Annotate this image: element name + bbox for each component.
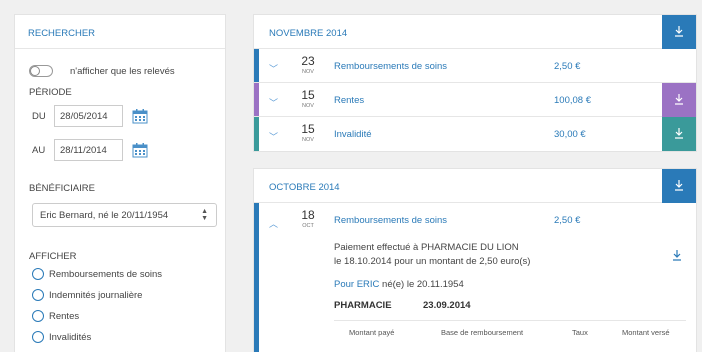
download-icon[interactable] — [662, 117, 696, 151]
chevron-down-icon[interactable]: ﹀ — [269, 130, 278, 143]
download-icon[interactable] — [671, 249, 683, 264]
releves-toggle[interactable] — [29, 65, 53, 77]
date-to-label: AU — [32, 144, 46, 156]
download-icon[interactable] — [662, 15, 696, 49]
payment-month: OCT — [302, 223, 314, 229]
column-header: Taux — [572, 328, 588, 337]
beneficiary-link[interactable]: Pour ERIC — [334, 279, 379, 290]
date-to-row: AU 28/11/2014 — [15, 139, 225, 161]
chevron-up-icon[interactable]: ︿ — [269, 217, 278, 230]
filter-indemnites[interactable]: Indemnités journalière — [15, 287, 225, 303]
month-title: OCTOBRE 2014 — [269, 182, 340, 193]
filter-rentes[interactable]: Rentes — [15, 308, 225, 324]
radio-icon[interactable] — [32, 289, 44, 301]
beneficiary-value: Eric Bernard, né le 20/11/1954 — [40, 210, 169, 221]
chevron-down-icon[interactable]: ﹀ — [269, 96, 278, 109]
download-icon[interactable] — [662, 169, 696, 203]
payment-day: 15 — [301, 88, 315, 102]
filter-label: Rentes — [49, 310, 80, 322]
payment-type[interactable]: Remboursements de soins — [334, 215, 447, 226]
beneficiary-label: BÉNÉFICIAIRE — [29, 183, 95, 194]
payment-amount: 2,50 € — [554, 61, 581, 72]
releves-toggle-row[interactable]: n'afficher que les relevés — [15, 49, 225, 77]
payment-month: NOV — [302, 137, 314, 143]
payment-amount: 2,50 € — [554, 215, 581, 226]
month-card-octobre: OCTOBRE 2014 ︿ 18 OCT Remboursements de … — [253, 168, 697, 352]
search-panel-title: RECHERCHER — [15, 15, 225, 49]
month-card-novembre: NOVEMBRE 2014 ﹀ 23 NOV Remboursements de… — [253, 14, 697, 152]
payment-row[interactable]: ﹀ 15 NOV Rentes 100,08 € — [254, 83, 696, 117]
payment-month: NOV — [302, 103, 314, 109]
payment-detail-line: le 18.10.2014 pour un montant de 2,50 eu… — [334, 256, 531, 267]
beneficiary-select[interactable]: Eric Bernard, né le 20/11/1954 ▲ ▼ — [32, 203, 217, 227]
filter-invalidites[interactable]: Invalidités — [15, 329, 225, 345]
month-header: NOVEMBRE 2014 — [254, 15, 696, 49]
month-title: NOVEMBRE 2014 — [269, 28, 348, 39]
filter-label: Remboursements de soins — [49, 268, 162, 280]
category-date: 23.09.2014 — [423, 300, 471, 311]
payment-day: 15 — [301, 122, 315, 136]
display-label: AFFICHER — [29, 251, 77, 262]
date-from-field[interactable]: 28/05/2014 — [54, 105, 123, 127]
chevron-down-icon[interactable]: ﹀ — [269, 62, 278, 75]
date-to-field[interactable]: 28/11/2014 — [54, 139, 123, 161]
date-from-row: DU 28/05/2014 — [15, 105, 225, 127]
payment-row-expanded: ︿ 18 OCT Remboursements de soins 2,50 € … — [254, 203, 696, 352]
month-header: OCTOBRE 2014 — [254, 169, 696, 203]
payment-amount: 100,08 € — [554, 95, 591, 106]
radio-icon[interactable] — [32, 268, 44, 280]
filter-label: Indemnités journalière — [49, 289, 143, 301]
select-arrows-icon: ▲ ▼ — [201, 208, 208, 222]
beneficiary-birth: né(e) le 20.11.1954 — [382, 279, 464, 290]
payment-type[interactable]: Invalidité — [334, 129, 372, 140]
filter-remboursements[interactable]: Remboursements de soins — [15, 266, 225, 282]
calendar-icon[interactable] — [132, 108, 148, 124]
radio-icon[interactable] — [32, 331, 44, 343]
payment-month: NOV — [302, 69, 314, 75]
releves-toggle-label: n'afficher que les relevés — [70, 65, 175, 77]
column-header: Montant payé — [349, 328, 395, 337]
payment-row[interactable]: ﹀ 23 NOV Remboursements de soins 2,50 € — [254, 49, 696, 83]
search-panel: RECHERCHER n'afficher que les relevés PÉ… — [14, 14, 226, 352]
column-header: Montant versé — [622, 328, 670, 337]
payment-day: 18 — [301, 208, 315, 222]
radio-icon[interactable] — [32, 310, 44, 322]
date-from-label: DU — [32, 110, 46, 122]
download-icon[interactable] — [662, 83, 696, 117]
payment-type[interactable]: Rentes — [334, 95, 364, 106]
payment-day: 23 — [301, 54, 315, 68]
beneficiary-detail: Pour ERIC né(e) le 20.11.1954 — [334, 279, 464, 290]
payment-detail-line: Paiement effectué à PHARMACIE DU LION — [334, 242, 519, 253]
payment-type[interactable]: Remboursements de soins — [334, 61, 447, 72]
column-header: Base de remboursement — [441, 328, 524, 337]
payment-row[interactable]: ﹀ 15 NOV Invalidité 30,00 € — [254, 117, 696, 151]
filter-label: Invalidités — [49, 331, 92, 343]
period-label: PÉRIODE — [29, 87, 72, 98]
payment-amount: 30,00 € — [554, 129, 586, 140]
calendar-icon[interactable] — [132, 142, 148, 158]
category-label: PHARMACIE — [334, 300, 392, 311]
